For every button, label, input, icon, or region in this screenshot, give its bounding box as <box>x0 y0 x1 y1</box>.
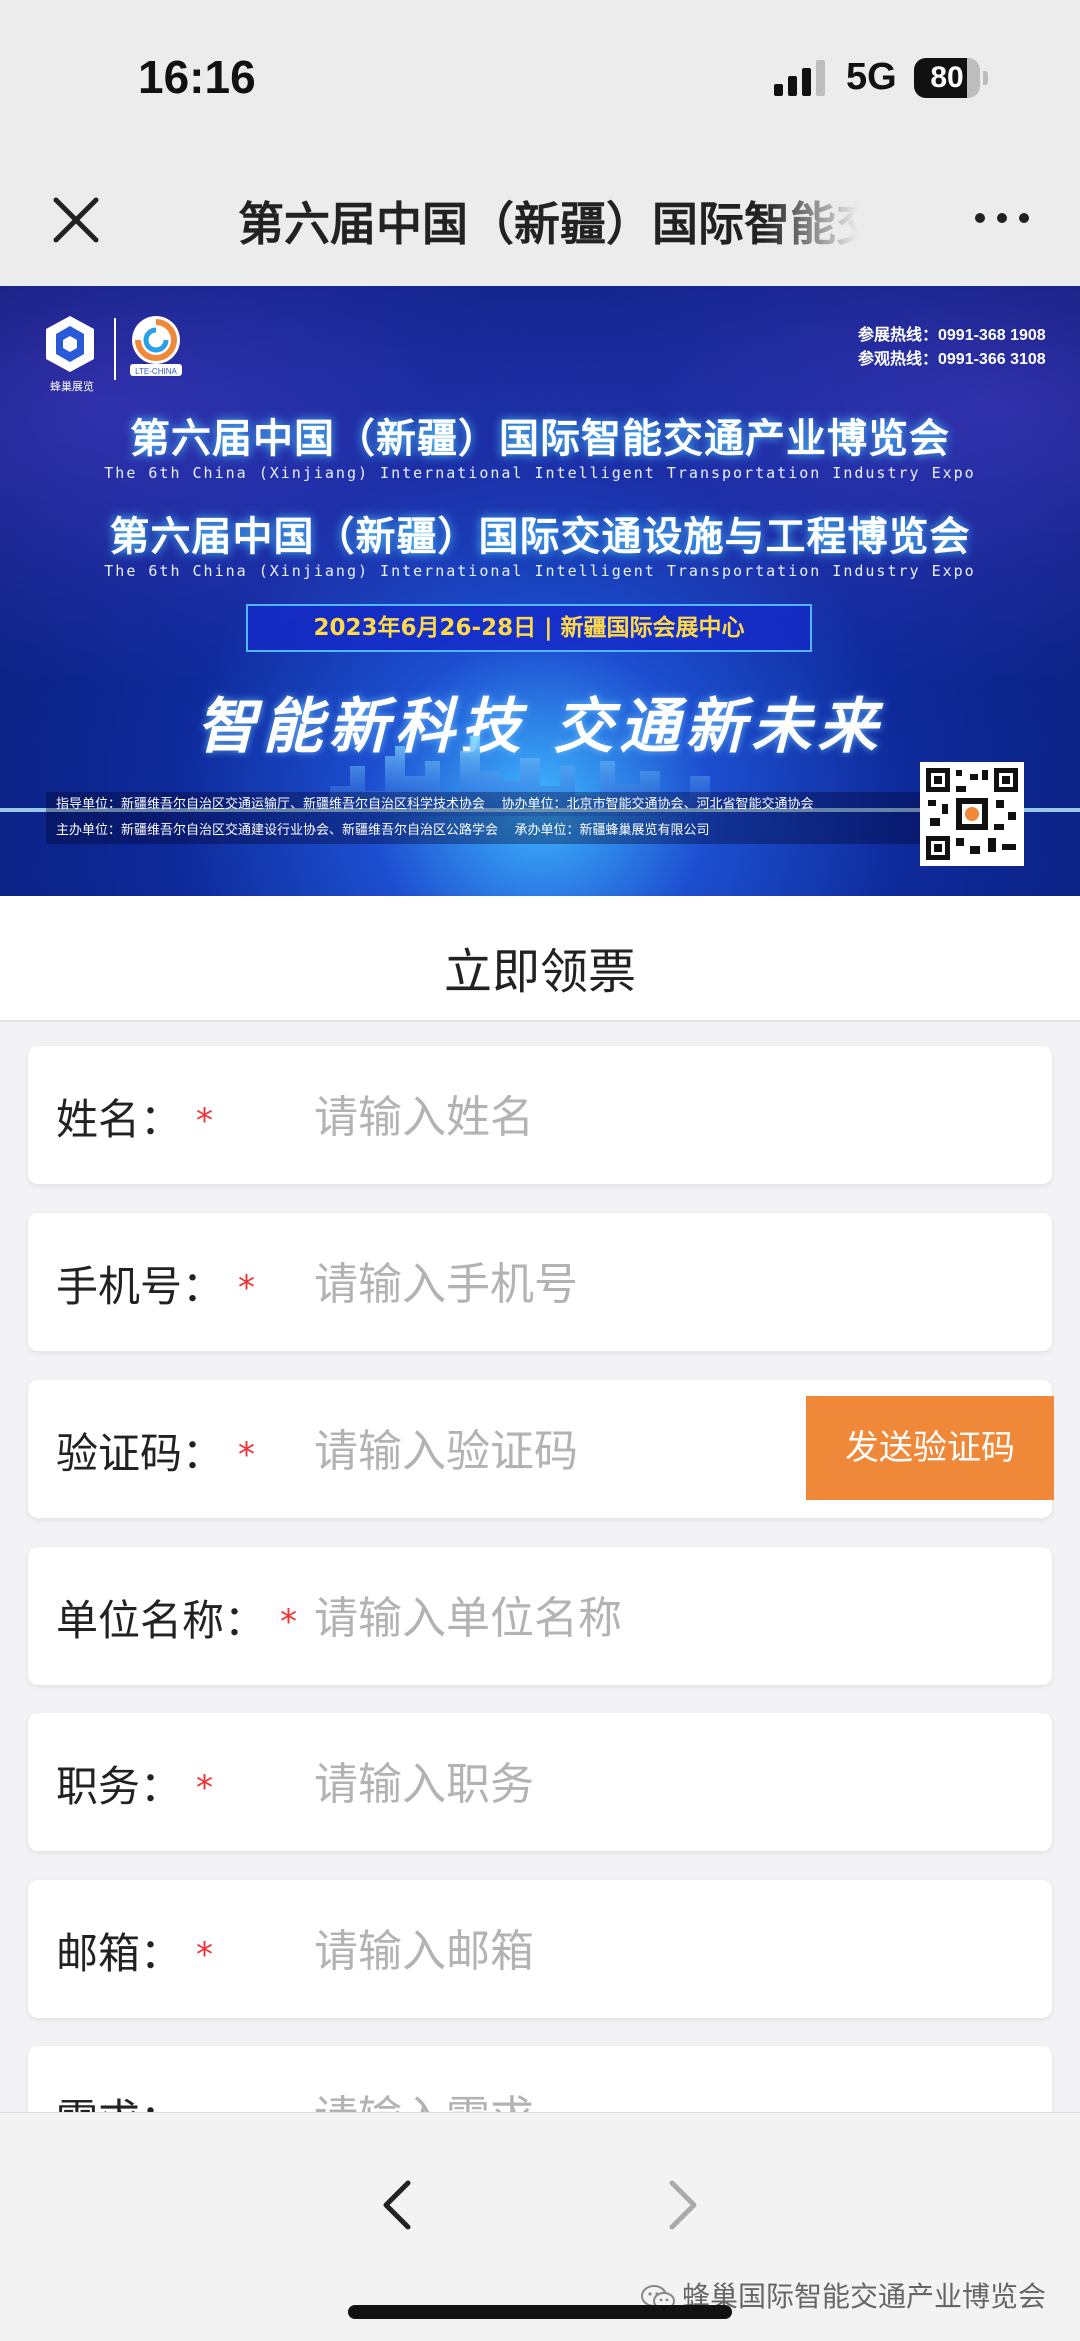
page: 16:16 5G 80 第六届中国（新疆）国际智能交通产业博览会 <box>0 0 1080 2341</box>
name-input[interactable] <box>314 1084 774 1150</box>
lte-china-logo-icon: LTE-CHINA <box>130 316 182 376</box>
verification-code-field: 验证码：* 发送验证码 <box>28 1380 1054 1518</box>
send-code-button[interactable]: 发送验证码 <box>806 1396 1054 1500</box>
home-indicator <box>348 2305 732 2319</box>
guide-units: 指导单位：新疆维吾尔自治区交通运输厅、新疆维吾尔自治区科学技术协会 <box>56 797 486 812</box>
name-label: 姓名： * <box>56 1095 214 1144</box>
banner-subtitle-1: The 6th China (Xinjiang) International I… <box>104 464 976 482</box>
battery-icon: 80 <box>914 58 988 98</box>
nav-bar: 第六届中国（新疆）国际智能交通产业博览会 <box>0 150 1080 286</box>
banner-title-1: 第六届中国（新疆）国际智能交通产业博览会 <box>130 416 950 462</box>
email-field: 邮箱： * <box>28 1880 1052 2018</box>
position-label: 职务： * <box>56 1762 214 1811</box>
exhibit-hotline: 参展热线：0991-368 1908 <box>858 327 1046 344</box>
qr-code-icon <box>920 762 1024 866</box>
phone-input[interactable] <box>314 1251 774 1317</box>
company-label: 单位名称： * <box>56 1596 298 1645</box>
banner-subtitle-2: The 6th China (Xinjiang) International I… <box>104 562 976 580</box>
bottom-toolbar: 蜂巢国际智能交通产业博览会 <box>0 2112 1080 2341</box>
required-mark: * <box>196 1935 214 1975</box>
signal-icon <box>774 60 825 96</box>
position-input[interactable] <box>314 1751 774 1817</box>
co-units: 协办单位：北京市智能交通协会、河北省智能交通协会 <box>501 797 814 812</box>
ticket-section-header: 立即领票 <box>0 896 1080 1022</box>
back-arrow-icon[interactable] <box>368 2173 432 2237</box>
phone-field: 手机号： * <box>28 1213 1052 1351</box>
date-venue: 2023年6月26-28日 | 新疆国际会展中心 <box>246 604 812 652</box>
email-label: 邮箱： * <box>56 1929 214 1978</box>
hotlines: 参展热线：0991-368 1908 参观热线：0991-366 3108 <box>858 324 1068 372</box>
network-label: 5G <box>846 56 897 98</box>
logo-divider <box>114 318 116 380</box>
expo-banner: 蜂巢展览 LTE-CHINA 参展热线：0991-368 1908 参观热线：0… <box>0 286 1080 896</box>
required-mark: * <box>280 1602 298 1642</box>
banner-title-2: 第六届中国（新疆）国际交通设施与工程博览会 <box>109 514 971 560</box>
company-input[interactable] <box>314 1585 774 1651</box>
organizers: 指导单位：新疆维吾尔自治区交通运输厅、新疆维吾尔自治区科学技术协会 协办单位：北… <box>46 792 926 844</box>
company-field: 单位名称： * <box>28 1547 1052 1685</box>
page-title: 第六届中国（新疆）国际智能交通产业博览会 <box>238 197 858 248</box>
name-field: 姓名： * <box>28 1046 1052 1184</box>
close-icon[interactable] <box>46 190 106 250</box>
required-mark: * <box>238 1268 256 1308</box>
code-label: 验证码： * <box>56 1429 256 1478</box>
forward-arrow-icon[interactable] <box>648 2173 712 2237</box>
beehive-logo-icon <box>46 316 94 372</box>
organizer-unit: 承办单位：新疆蜂巢展览有限公司 <box>514 823 710 838</box>
section-title: 立即领票 <box>443 944 636 1000</box>
required-mark: * <box>196 1101 214 1141</box>
position-field: 职务： * <box>28 1713 1052 1851</box>
battery-level: 80 <box>930 61 964 94</box>
visit-hotline: 参观热线：0991-366 3108 <box>858 351 1046 368</box>
status-time: 16:16 <box>138 51 256 103</box>
lte-china-caption: LTE-CHINA <box>135 367 177 376</box>
logo-caption: 蜂巢展览 <box>50 380 94 393</box>
required-mark: * <box>196 1768 214 1808</box>
required-mark: * <box>238 1435 256 1475</box>
phone-label: 手机号： * <box>56 1262 256 1311</box>
email-input[interactable] <box>314 1918 774 1984</box>
code-input[interactable] <box>314 1418 774 1484</box>
watermark-text: 蜂巢国际智能交通产业博览会 <box>682 2280 1047 2313</box>
more-icon[interactable] <box>970 198 1034 238</box>
status-bar: 16:16 5G 80 <box>0 0 1080 150</box>
host-units: 主办单位：新疆维吾尔自治区交通建设行业协会、新疆维吾尔自治区公路学会 <box>56 823 499 838</box>
